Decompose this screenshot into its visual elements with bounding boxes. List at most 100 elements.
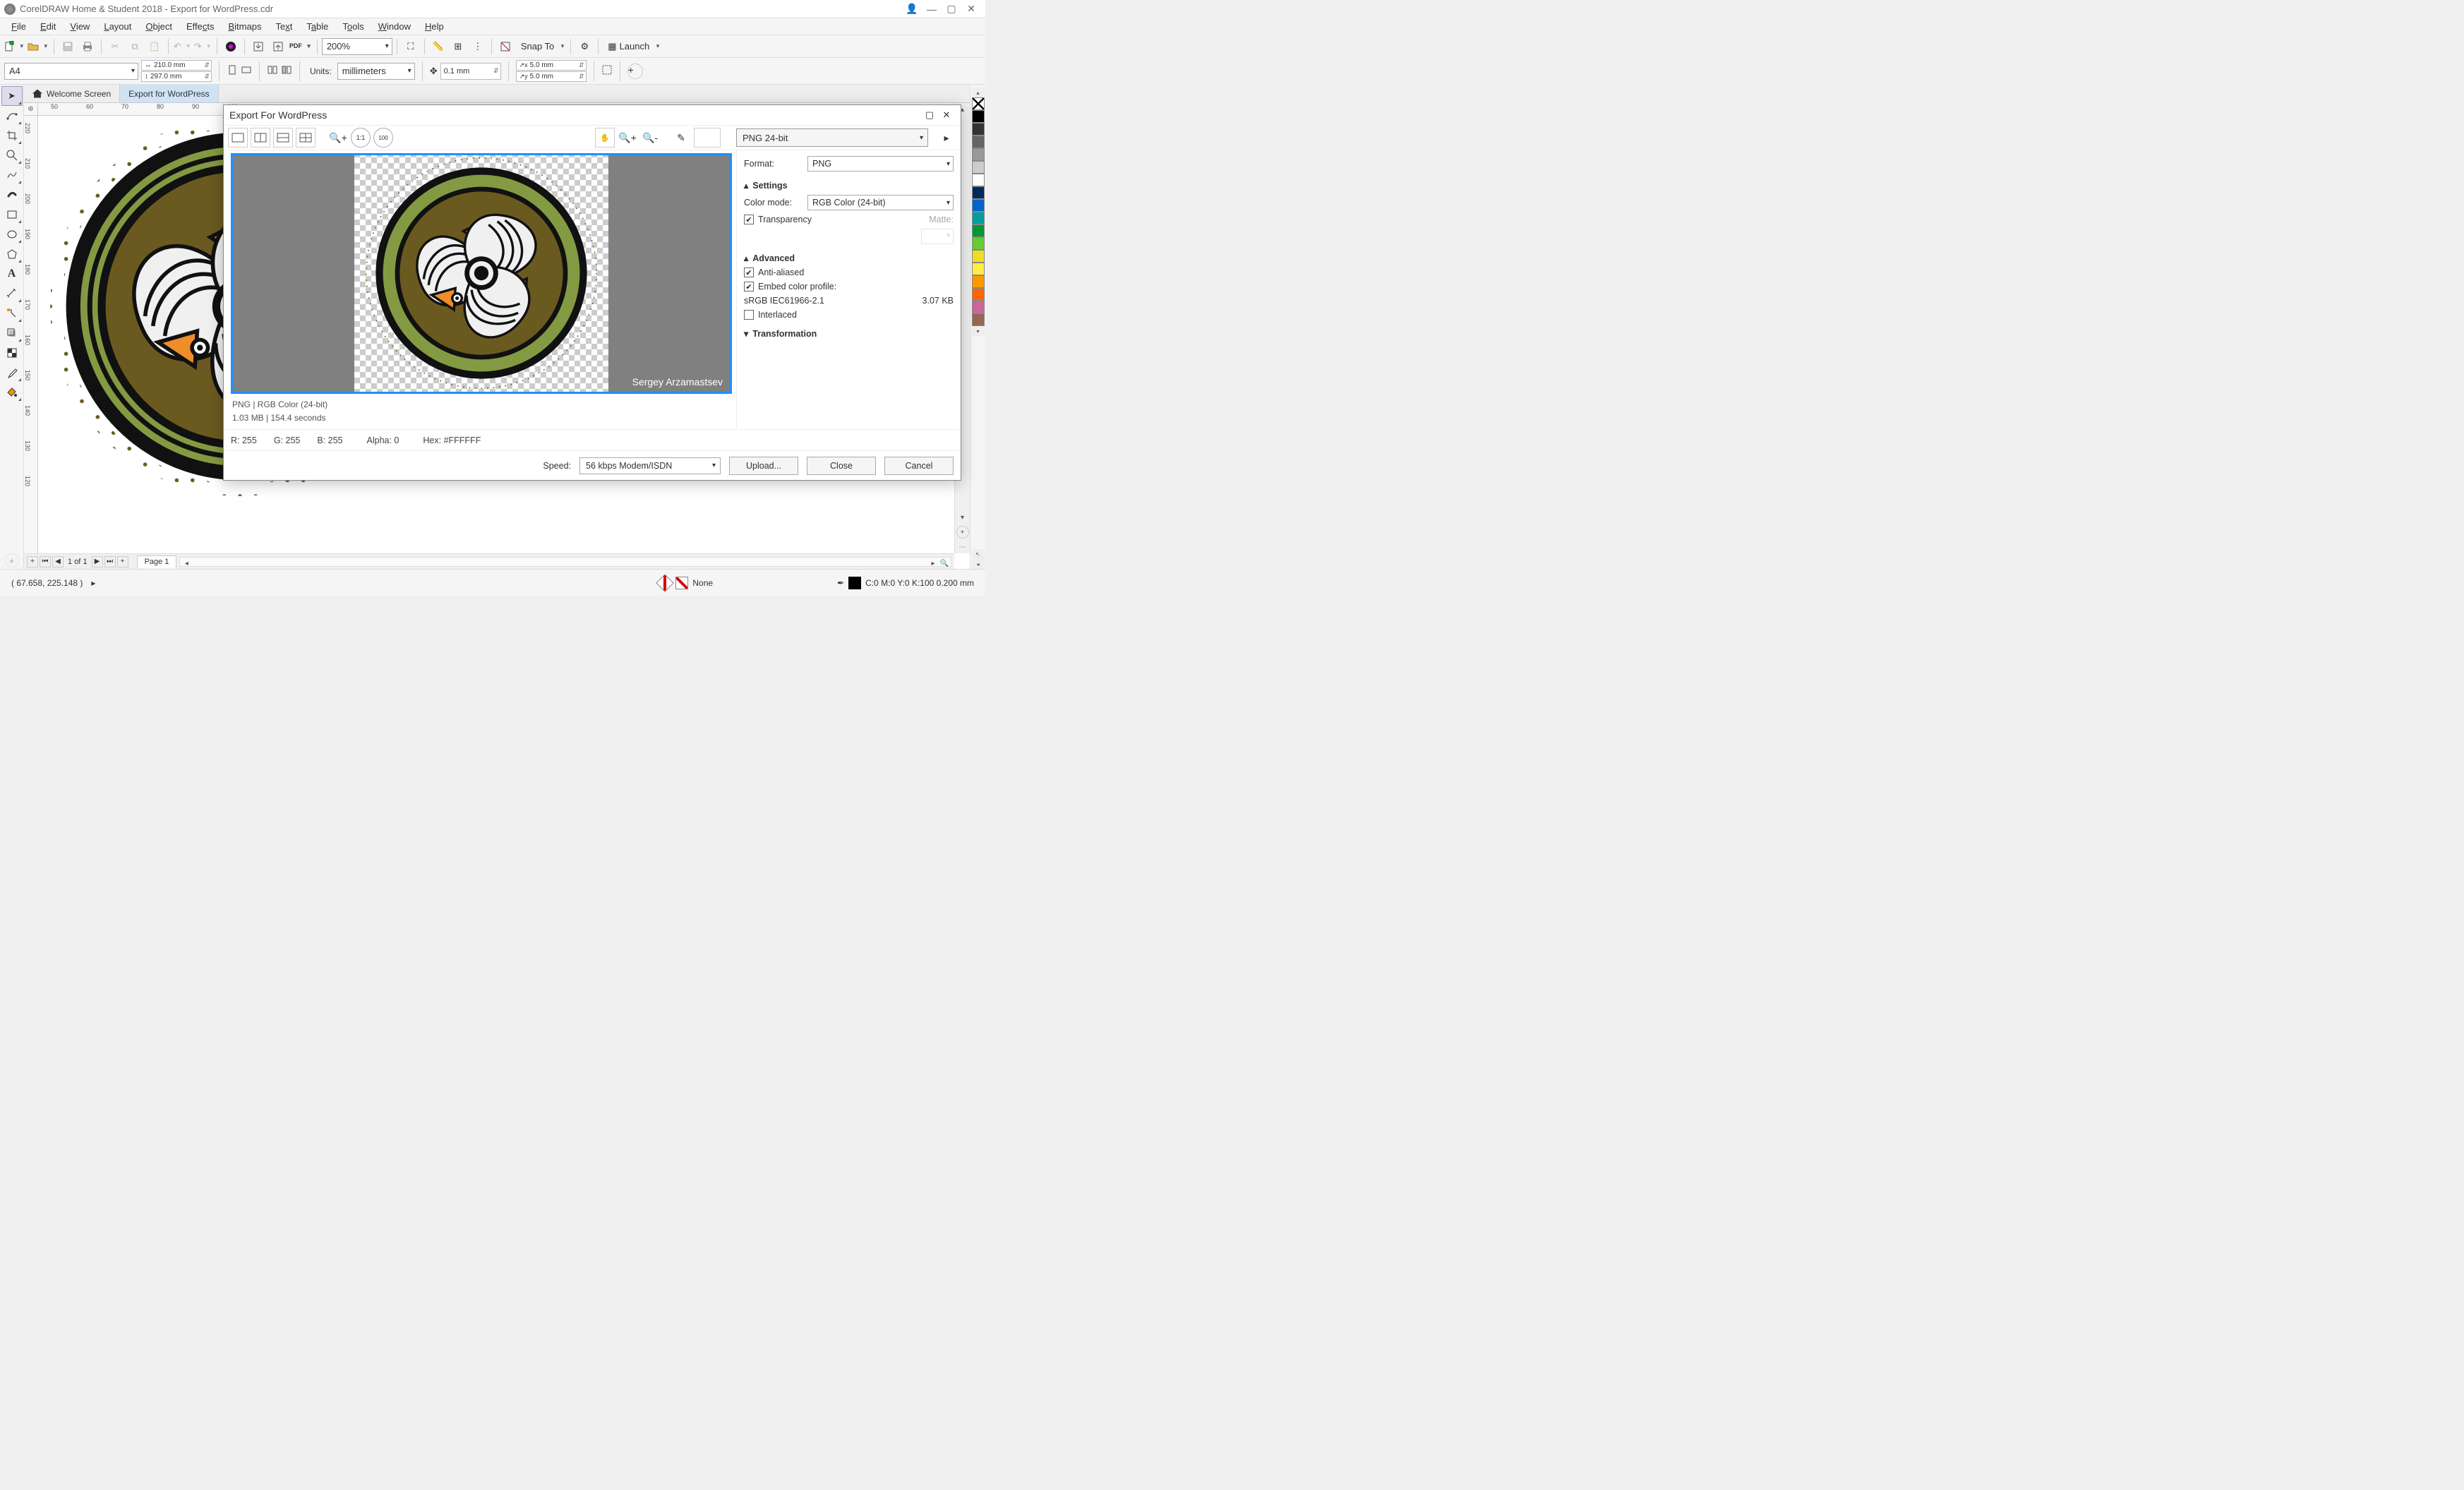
- import-button[interactable]: [249, 37, 268, 56]
- prev-page-button[interactable]: ◀: [52, 556, 64, 567]
- parallel-dimension-tool[interactable]: [1, 284, 23, 304]
- pan-preview-button[interactable]: ✋: [595, 128, 615, 148]
- page-tab[interactable]: Page 1: [137, 555, 177, 568]
- color-swatch[interactable]: [972, 174, 985, 186]
- split-four-button[interactable]: [296, 128, 315, 148]
- menu-effects[interactable]: Effects: [179, 20, 222, 33]
- cut-button[interactable]: ✂: [106, 37, 124, 56]
- color-swatch[interactable]: [972, 199, 985, 212]
- preview-frame[interactable]: Sergey Arzamastsev: [231, 153, 732, 394]
- add-page-after-button[interactable]: +: [117, 556, 128, 567]
- launch-dropdown[interactable]: ▦ Launch: [603, 37, 661, 56]
- export-button[interactable]: [269, 37, 287, 56]
- dialog-titlebar[interactable]: Export For WordPress ▢ ✕: [224, 105, 961, 125]
- show-rulers-button[interactable]: 📏: [429, 37, 447, 56]
- menu-object[interactable]: Object: [138, 20, 179, 33]
- zoom-out-button[interactable]: 🔍-: [640, 128, 660, 148]
- add-swatch-button[interactable]: +: [956, 526, 969, 539]
- rectangle-tool[interactable]: [1, 205, 23, 224]
- color-swatch[interactable]: [972, 237, 985, 250]
- paste-button[interactable]: 📋: [145, 37, 164, 56]
- split-horizontal-button[interactable]: [273, 128, 293, 148]
- crop-tool[interactable]: [1, 126, 23, 145]
- menu-text[interactable]: Text: [268, 20, 299, 33]
- zoom-11-button[interactable]: 1:1: [351, 128, 371, 148]
- search-content-button[interactable]: [222, 37, 240, 56]
- upload-button[interactable]: Upload...: [729, 457, 798, 475]
- ellipse-tool[interactable]: [1, 224, 23, 244]
- tab-welcome[interactable]: Welcome Screen: [24, 85, 120, 102]
- pick-tool[interactable]: ➤: [1, 86, 23, 106]
- outline-indicator[interactable]: ✒ C:0 M:0 Y:0 K:100 0.200 mm: [831, 577, 980, 589]
- dup-x-spinner[interactable]: ↗x5.0 mm: [516, 60, 587, 71]
- fullscreen-preview-button[interactable]: ⛶: [402, 37, 420, 56]
- text-tool[interactable]: A: [1, 264, 23, 284]
- color-swatch[interactable]: [972, 212, 985, 224]
- color-swatch[interactable]: [972, 148, 985, 161]
- print-button[interactable]: [78, 37, 97, 56]
- menu-tools[interactable]: Tools: [335, 20, 371, 33]
- next-page-button[interactable]: ▶: [92, 556, 103, 567]
- new-button[interactable]: [3, 37, 25, 56]
- transparency-tool[interactable]: [1, 343, 23, 363]
- colormode-combo[interactable]: RGB Color (24-bit): [807, 195, 954, 210]
- page-width-spinner[interactable]: ↔210.0 mm: [141, 60, 212, 71]
- zoom-fit-button[interactable]: 100: [373, 128, 393, 148]
- embed-profile-checkbox[interactable]: ✔Embed color profile:: [744, 282, 954, 292]
- speed-combo[interactable]: 56 kbps Modem/ISDN: [579, 457, 721, 474]
- scroll-down-button[interactable]: ▾: [956, 511, 969, 524]
- interlaced-checkbox[interactable]: Interlaced: [744, 310, 954, 320]
- undo-button[interactable]: ↶: [173, 37, 192, 56]
- drop-shadow-tool[interactable]: [1, 323, 23, 343]
- menu-file[interactable]: File: [4, 20, 33, 33]
- color-swatch[interactable]: [972, 224, 985, 237]
- close-button[interactable]: ✕: [961, 2, 981, 16]
- minimize-button[interactable]: —: [922, 2, 942, 16]
- nudge-spinner[interactable]: 0.1 mm: [440, 63, 501, 80]
- zoom-navigator-button[interactable]: 🔍: [938, 558, 951, 570]
- menu-view[interactable]: View: [63, 20, 97, 33]
- color-swatch[interactable]: [972, 313, 985, 326]
- scroll-left-button[interactable]: ◂: [180, 558, 193, 570]
- vertical-ruler[interactable]: 220 210 200 190 180 170 160 150 140 130 …: [24, 116, 38, 553]
- preset-combo[interactable]: PNG 24-bit: [736, 128, 928, 147]
- user-signin-icon[interactable]: 👤: [902, 2, 922, 16]
- freehand-tool[interactable]: [1, 165, 23, 185]
- zoom-combo[interactable]: 200%: [322, 38, 392, 55]
- all-pages-button[interactable]: [267, 64, 278, 78]
- open-button[interactable]: [27, 37, 49, 56]
- artistic-media-tool[interactable]: [1, 185, 23, 205]
- menu-edit[interactable]: Edit: [33, 20, 63, 33]
- snap-off-button[interactable]: [496, 37, 515, 56]
- color-swatch[interactable]: [972, 288, 985, 301]
- current-page-button[interactable]: [281, 64, 292, 78]
- landscape-button[interactable]: [241, 64, 252, 78]
- zoom-tool[interactable]: [1, 145, 23, 165]
- preset-next-button[interactable]: ▸: [937, 128, 956, 148]
- transformation-section-toggle[interactable]: ▾ Transformation: [744, 328, 954, 339]
- split-vertical-button[interactable]: [251, 128, 270, 148]
- polygon-tool[interactable]: [1, 244, 23, 264]
- color-swatch[interactable]: [972, 250, 985, 263]
- publish-pdf-button[interactable]: PDF: [289, 37, 313, 56]
- color-swatch[interactable]: [972, 263, 985, 275]
- fill-indicator[interactable]: None: [653, 577, 719, 589]
- save-button[interactable]: [59, 37, 77, 56]
- color-swatch[interactable]: [972, 186, 985, 199]
- transparency-checkbox[interactable]: ✔Transparency: [744, 215, 812, 224]
- settings-section-toggle[interactable]: ▴ Settings: [744, 180, 954, 191]
- menu-window[interactable]: Window: [371, 20, 418, 33]
- color-swatch[interactable]: [972, 161, 985, 174]
- dialog-maximize-button[interactable]: ▢: [921, 108, 938, 122]
- dialog-close-button[interactable]: ✕: [938, 108, 955, 122]
- interactive-fill-tool[interactable]: [1, 383, 23, 402]
- no-color-swatch[interactable]: [972, 97, 985, 110]
- show-guidelines-button[interactable]: ⋮: [469, 37, 487, 56]
- color-eyedropper-tool[interactable]: [1, 363, 23, 383]
- color-swatch[interactable]: [972, 301, 985, 313]
- docker-expand-button[interactable]: ⋯: [956, 541, 969, 553]
- zoom-in-button[interactable]: 🔍+: [618, 128, 637, 148]
- add-page-button[interactable]: +: [27, 556, 38, 567]
- page-height-spinner[interactable]: ↕297.0 mm: [141, 71, 212, 82]
- redo-button[interactable]: ↷: [193, 37, 212, 56]
